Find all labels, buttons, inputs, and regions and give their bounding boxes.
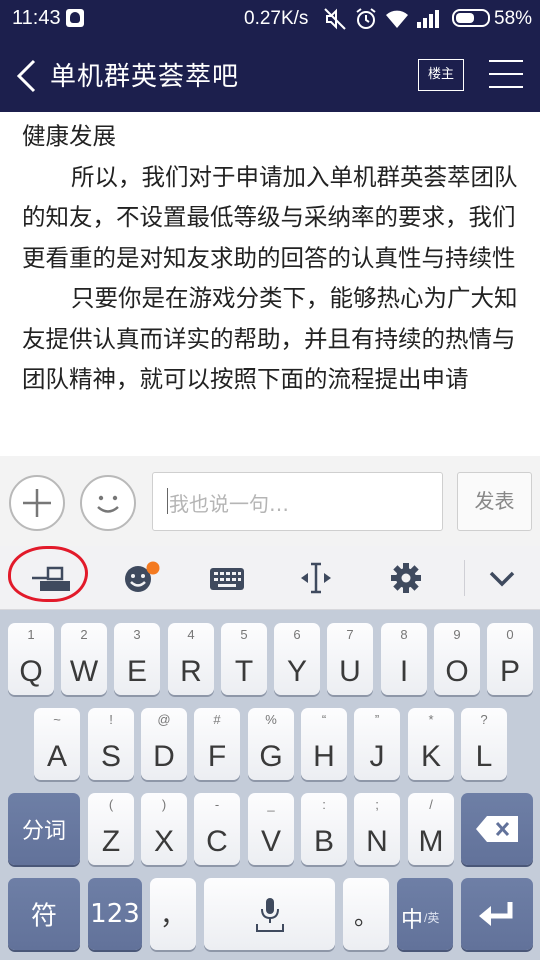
emoji-icon[interactable] (121, 560, 161, 596)
key-h[interactable]: “H (301, 708, 347, 780)
key-c[interactable]: -C (194, 793, 240, 865)
battery-icon (452, 9, 490, 27)
status-time: 11:43 (12, 7, 61, 29)
mute-icon (324, 8, 346, 30)
chevron-left-icon[interactable] (14, 58, 42, 94)
key-q[interactable]: 1Q (8, 623, 54, 695)
comment-input-placeholder: 我也说一句… (169, 492, 289, 516)
wifi-icon (386, 10, 408, 28)
post-paragraph: 所以，我们对于申请加入单机群英荟萃团队的知友，不设置最低等级与采纳率的要求，我们… (22, 162, 518, 272)
key-t[interactable]: 5T (221, 623, 267, 695)
key-l[interactable]: ? L (461, 708, 507, 780)
key-j[interactable]: ” J (354, 708, 400, 780)
status-net-speed: 0.27K/s (244, 8, 309, 29)
post-paragraph: 只要你是在游戏分类下，能够热心为广大知友提供认真而详实的帮助，并且有持续的热情与… (22, 284, 518, 393)
language-switch-key[interactable]: 中 /英 (397, 878, 453, 950)
post-paragraph: 健康发展 (22, 122, 116, 150)
lang-zh-label: 中 (401, 907, 424, 932)
lang-en-label: /英 (424, 911, 440, 925)
backspace-key[interactable] (461, 793, 533, 865)
signal-icon (417, 10, 439, 28)
nav-bar: 单机群英荟萃吧 楼主 (0, 38, 540, 112)
keyboard-icon[interactable] (209, 560, 245, 596)
key-y[interactable]: 6Y (274, 623, 320, 695)
keyboard: 1Q 2W 3E 4R 5T 6Y 7U 8I 9O 0P ~ A ! S @ D #… (0, 610, 540, 960)
key-o[interactable]: 9O (434, 623, 480, 695)
page-title: 单机群英荟萃吧 (50, 62, 240, 92)
smiley-icon (97, 495, 119, 513)
numeric-key[interactable]: 123 (88, 878, 142, 950)
key-v[interactable]: _ V (248, 793, 294, 865)
key-b[interactable]: :B (301, 793, 347, 865)
key-z[interactable]: (Z (88, 793, 134, 865)
post-button[interactable]: 发表 (457, 472, 532, 531)
key-k[interactable]: * K (408, 708, 454, 780)
text-caret (167, 488, 168, 514)
key-f[interactable]: # F (194, 708, 240, 780)
key-m[interactable]: / M (408, 793, 454, 865)
add-button[interactable] (9, 475, 65, 531)
louzhu-button[interactable]: 楼主 (418, 59, 464, 91)
chevron-down-icon[interactable] (486, 560, 518, 596)
symbol-key[interactable]: 符 (8, 878, 80, 950)
red-annotation-circle (8, 546, 88, 602)
comment-input[interactable]: 我也说一句… (152, 472, 443, 531)
backspace-icon (476, 816, 518, 842)
alarm-icon (356, 8, 376, 29)
key-e[interactable]: 3E (114, 623, 160, 695)
key-x[interactable]: ) X (141, 793, 187, 865)
status-bar: 11:43 0.27K/s 58% (0, 0, 540, 38)
key-u[interactable]: 7U (327, 623, 373, 695)
key-d[interactable]: @ D (141, 708, 187, 780)
fenci-key[interactable]: 分词 (8, 793, 80, 865)
key-p[interactable]: 0P (487, 623, 533, 695)
enter-icon (479, 902, 513, 926)
status-icons (322, 6, 442, 32)
key-w[interactable]: 2W (61, 623, 107, 695)
battery-percent: 58% (494, 8, 533, 29)
key-g[interactable]: % G (248, 708, 294, 780)
key-i[interactable]: 8I (381, 623, 427, 695)
key-r[interactable]: 4R (168, 623, 214, 695)
plus-icon (23, 489, 51, 517)
microphone-icon (256, 898, 284, 932)
keyboard-toolbar (0, 546, 540, 610)
gear-icon[interactable] (389, 560, 423, 596)
emoji-button[interactable] (80, 475, 136, 531)
key-a[interactable]: ~ A (34, 708, 80, 780)
post-content: 健康发展 所以，我们对于申请加入单机群英荟萃团队的知友，不设置最低等级与采纳率的… (22, 116, 518, 456)
enter-key[interactable] (461, 878, 533, 950)
toolbar-divider (464, 560, 465, 596)
space-voice-key[interactable] (204, 878, 335, 950)
period-key[interactable]: 。 (343, 878, 389, 950)
key-s[interactable]: ! S (88, 708, 134, 780)
qq-notification-icon (66, 9, 84, 27)
cursor-move-icon[interactable] (298, 560, 334, 596)
comment-bar: 我也说一句… 发表 (0, 456, 540, 546)
hamburger-icon[interactable] (489, 60, 523, 88)
comma-key[interactable]: ， (150, 878, 196, 950)
key-n[interactable]: ; N (354, 793, 400, 865)
